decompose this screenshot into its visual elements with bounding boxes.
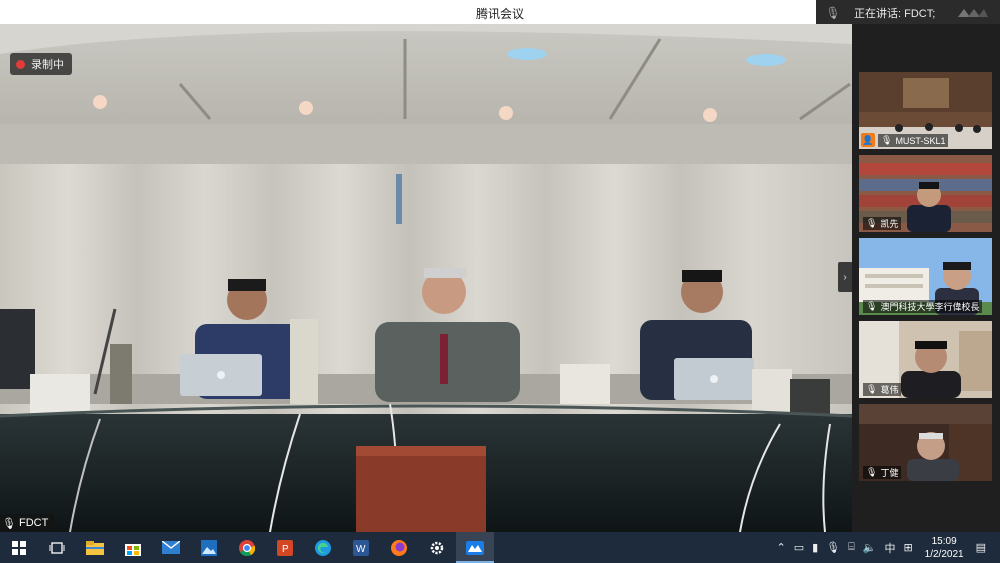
file-explorer-icon[interactable] (76, 532, 114, 563)
powerpoint-icon[interactable]: P (266, 532, 304, 563)
participant-label: 🎙 凯先 (863, 217, 902, 230)
host-icon: 👤 (861, 133, 875, 147)
edge-icon[interactable] (304, 532, 342, 563)
taskbar: P W ⌃ ▭ ▮ 🎙 ⌸ 🔈 中 ⊞ 15:09 1/2/2021 ▤ (0, 532, 1000, 563)
photos-icon[interactable] (190, 532, 228, 563)
recording-badge[interactable]: 录制中 (10, 53, 72, 75)
tencent-meeting-icon[interactable] (456, 532, 494, 563)
speaking-text: 正在讲话: FDCT; (854, 8, 936, 20)
recording-label: 录制中 (31, 59, 64, 71)
network-icon[interactable]: ⌸ (848, 541, 855, 554)
main-speaker-label: 🎙 FDCT (0, 514, 55, 532)
main-speaker-name: FDCT (18, 517, 49, 529)
word-icon[interactable]: W (342, 532, 380, 563)
participant-tile[interactable]: 🎙 葛伟 (859, 321, 992, 398)
meeting-window: 腾讯会议 🎙 正在讲话: FDCT; 录制中 🎙 FDCT › 👤 🎙 MUST… (0, 0, 1000, 563)
mic-icon: 🎙 (825, 6, 841, 20)
participant-label: 🎙 葛伟 (863, 383, 902, 396)
firefox-icon[interactable] (380, 532, 418, 563)
mic-icon: 🎙 (866, 218, 878, 228)
mic-icon[interactable]: 🎙 (826, 541, 840, 554)
mail-icon[interactable] (152, 532, 190, 563)
conference-room-scene (0, 24, 852, 532)
task-view-icon[interactable] (38, 532, 76, 563)
record-icon (16, 59, 25, 69)
clock-time: 15:09 (931, 535, 957, 547)
usb-icon[interactable]: ▮ (812, 541, 818, 554)
meeting-logo-icon (958, 9, 988, 17)
windows-start-icon[interactable] (0, 532, 38, 563)
system-tray: ⌃ ▭ ▮ 🎙 ⌸ 🔈 中 ⊞ 15:09 1/2/2021 ▤ (772, 532, 1000, 563)
notification-icon[interactable]: ▤ (976, 541, 986, 554)
settings-icon[interactable] (418, 532, 456, 563)
store-icon[interactable] (114, 532, 152, 563)
chevron-up-icon[interactable]: ⌃ (776, 541, 785, 554)
speaking-indicator: 🎙 正在讲话: FDCT; (816, 0, 1000, 26)
volume-icon[interactable]: 🔈 (863, 541, 877, 554)
svg-text:W: W (356, 544, 366, 555)
mic-icon: 🎙 (866, 384, 878, 394)
participant-tile[interactable]: 🎙 澳門科技大學李行偉校長 (859, 238, 992, 315)
ime-indicator[interactable]: 中 (884, 540, 895, 556)
clock-date: 1/2/2021 (924, 548, 964, 560)
mic-icon: 🎙 (866, 467, 878, 477)
keyboard-icon[interactable]: ⊞ (903, 541, 912, 554)
clock[interactable]: 15:09 1/2/2021 (925, 535, 964, 561)
participant-tile[interactable]: 🎙 丁健 (859, 404, 992, 481)
participant-label: 🎙 MUST-SKL1 (878, 134, 949, 147)
collapse-panel-button[interactable]: › (838, 262, 852, 292)
mic-icon: 🎙 (2, 517, 16, 530)
participant-label: 🎙 澳門科技大學李行偉校長 (863, 300, 983, 313)
battery-icon[interactable]: ▭ (794, 541, 804, 554)
chrome-icon[interactable] (228, 532, 266, 563)
participant-tile[interactable]: 🎙 凯先 (859, 155, 992, 232)
mic-icon: 🎙 (881, 135, 893, 145)
svg-text:P: P (282, 544, 289, 555)
mic-icon: 🎙 (866, 301, 878, 311)
main-video[interactable]: 录制中 🎙 FDCT (0, 24, 852, 532)
participant-label: 🎙 丁健 (863, 466, 902, 479)
participant-tile[interactable]: 👤 🎙 MUST-SKL1 (859, 72, 992, 149)
